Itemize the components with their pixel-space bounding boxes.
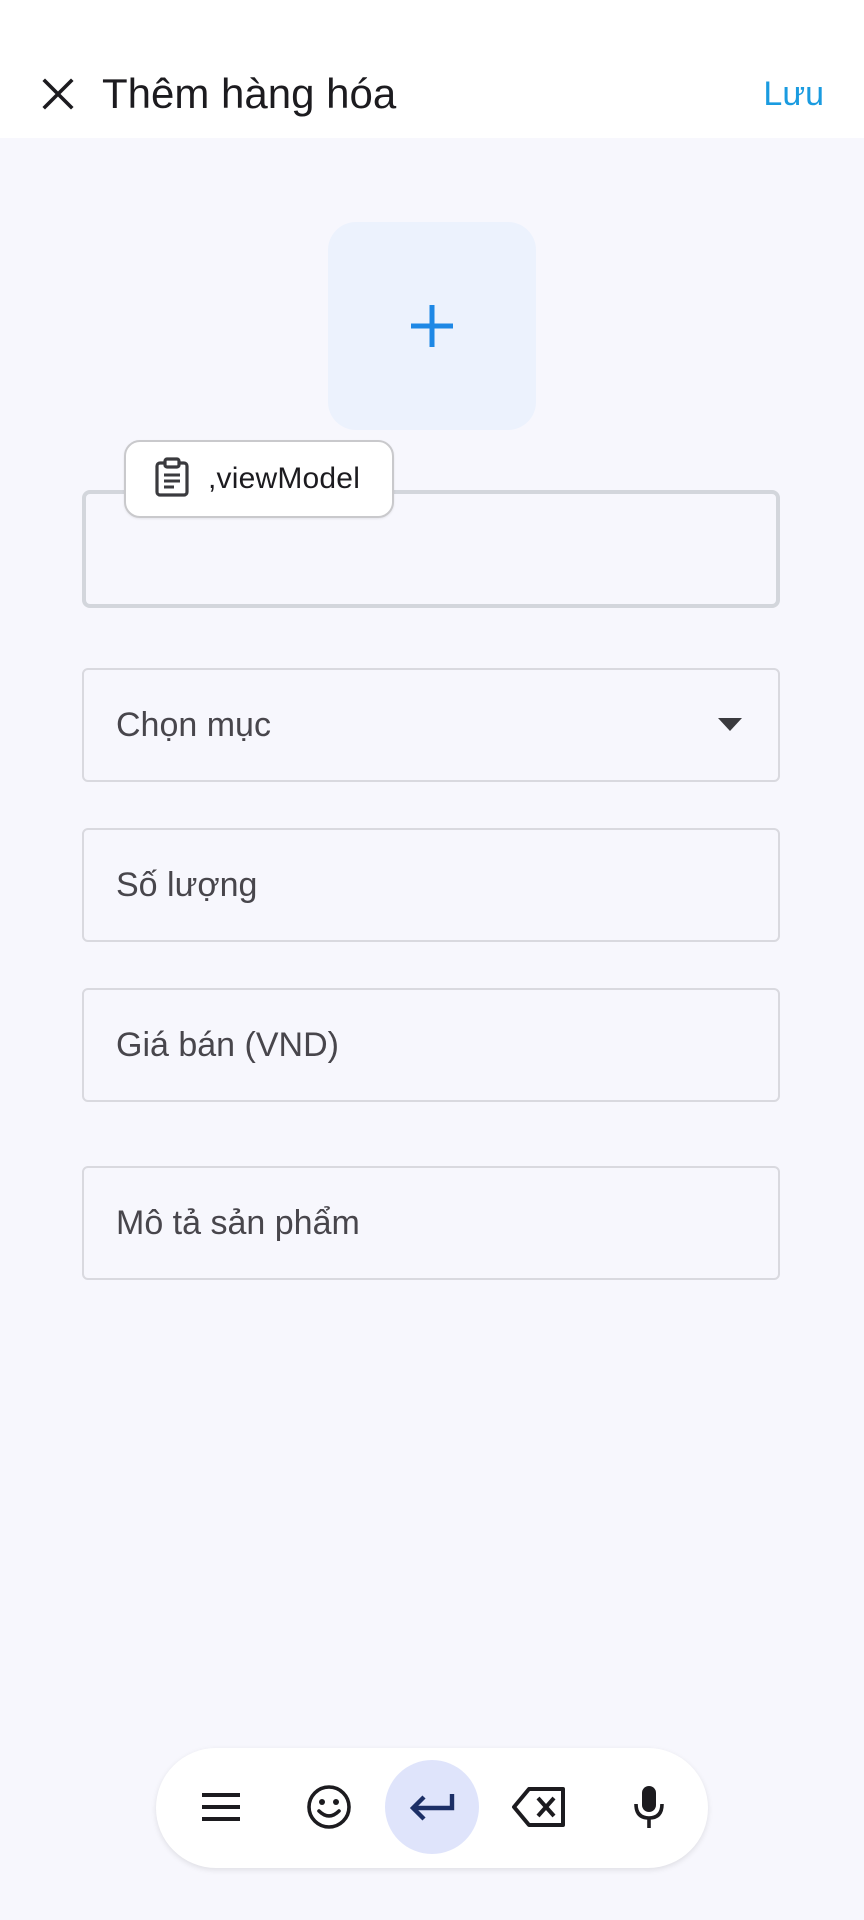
- keyboard-menu-button[interactable]: [174, 1760, 268, 1854]
- description-field[interactable]: Mô tả sản phẩm: [82, 1166, 780, 1280]
- top-app-bar: Thêm hàng hóa Lưu: [0, 0, 864, 138]
- chevron-down-icon: [718, 718, 742, 731]
- keyboard-toolbar: [156, 1748, 708, 1868]
- price-placeholder: Giá bán (VND): [116, 1025, 339, 1064]
- close-button[interactable]: [28, 64, 88, 124]
- backspace-button[interactable]: [492, 1760, 586, 1854]
- clipboard-suggestion-text: ,viewModel: [208, 462, 361, 495]
- emoji-button[interactable]: [282, 1760, 376, 1854]
- enter-icon: [409, 1794, 455, 1821]
- plus-icon: [411, 305, 453, 347]
- description-placeholder: Mô tả sản phẩm: [116, 1203, 360, 1242]
- menu-icon: [202, 1793, 240, 1821]
- category-select-placeholder: Chọn mục: [116, 705, 271, 744]
- price-field[interactable]: Giá bán (VND): [82, 988, 780, 1102]
- quantity-field[interactable]: Số lượng: [82, 828, 780, 942]
- clipboard-icon: [154, 457, 194, 501]
- close-icon: [42, 78, 74, 110]
- quantity-placeholder: Số lượng: [116, 865, 258, 904]
- emoji-icon: [307, 1785, 351, 1829]
- save-button[interactable]: Lưu: [763, 72, 824, 116]
- clipboard-suggestion-chip[interactable]: ,viewModel: [124, 440, 394, 518]
- voice-input-button[interactable]: [602, 1760, 696, 1854]
- backspace-icon: [512, 1787, 565, 1827]
- add-image-button[interactable]: [328, 222, 536, 430]
- page-title: Thêm hàng hóa: [102, 70, 397, 117]
- enter-button[interactable]: [385, 1760, 479, 1854]
- category-select[interactable]: Chọn mục: [82, 668, 780, 782]
- microphone-icon: [634, 1786, 664, 1828]
